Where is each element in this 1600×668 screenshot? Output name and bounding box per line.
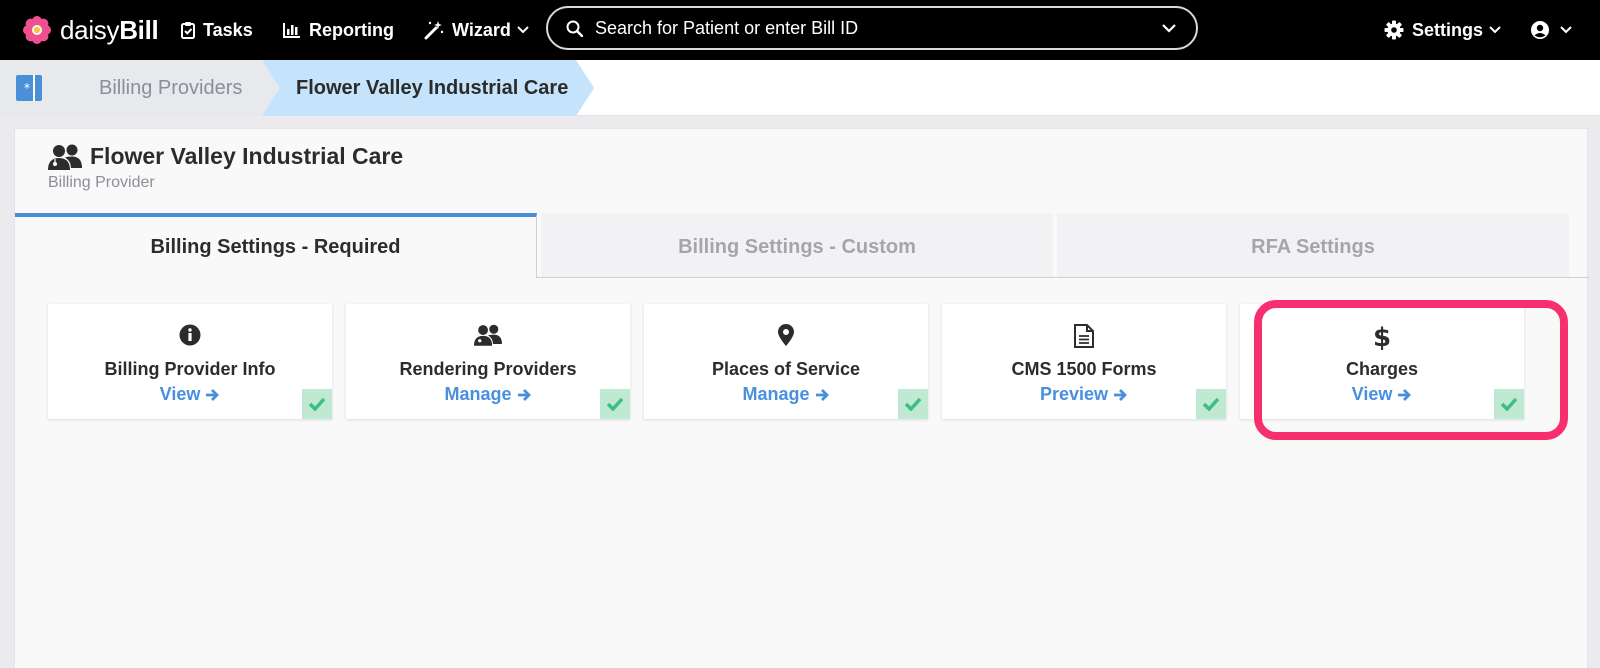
brand-name: daisyBill: [60, 14, 159, 45]
medical-chart-icon: *: [16, 75, 42, 101]
dollar-icon: $: [1374, 324, 1390, 350]
search-placeholder: Search for Patient or enter Bill ID: [595, 17, 859, 38]
svg-text:*: *: [24, 81, 30, 95]
card-label: Charges: [1345, 359, 1419, 379]
arrow-right-icon: [206, 388, 220, 401]
complete-check-icon: [1494, 389, 1524, 419]
document-icon: [1074, 324, 1094, 348]
nav-settings-label: Settings: [1412, 19, 1484, 40]
complete-check-icon: [1196, 389, 1226, 419]
card-charges: $ Charges View: [1240, 304, 1524, 419]
card-view-link[interactable]: View: [1240, 384, 1524, 405]
patient-search-input[interactable]: Search for Patient or enter Bill ID: [546, 6, 1198, 50]
card-places-of-service: Places of Service Manage: [644, 304, 928, 419]
arrow-right-icon: [517, 388, 531, 401]
complete-check-icon: [302, 389, 332, 419]
card-billing-provider-info: Billing Provider Info View: [48, 304, 332, 419]
user-circle-icon: [1531, 21, 1549, 39]
nav-tasks[interactable]: Tasks: [181, 16, 253, 44]
chevron-down-icon[interactable]: [1162, 23, 1176, 33]
card-view-link[interactable]: View: [48, 384, 332, 405]
chevron-down-icon: [517, 26, 529, 34]
chevron-down-icon: [1560, 26, 1572, 34]
tab-label: Billing Settings - Required: [150, 236, 401, 258]
svg-text:$: $: [1374, 324, 1390, 350]
breadcrumb-billing-providers-label: Billing Providers: [99, 76, 243, 99]
settings-tabs: Billing Settings - Required Billing Sett…: [15, 213, 1589, 278]
complete-check-icon: [898, 389, 928, 419]
nav-reporting-label: Reporting: [309, 19, 394, 40]
card-label: Rendering Providers: [399, 359, 577, 379]
user-group-icon: [474, 324, 502, 346]
breadcrumb-home[interactable]: *: [0, 60, 64, 116]
breadcrumb-billing-providers[interactable]: Billing Providers: [64, 60, 262, 116]
card-label: Billing Provider Info: [104, 359, 276, 379]
tab-billing-settings-custom[interactable]: Billing Settings - Custom: [541, 213, 1053, 278]
page-header: Flower Valley Industrial Care Billing Pr…: [48, 143, 403, 192]
provider-panel: Flower Valley Industrial Care Billing Pr…: [14, 128, 1589, 668]
breadcrumb-current-provider-label: Flower Valley Industrial Care: [296, 76, 569, 99]
card-label: CMS 1500 Forms: [1011, 359, 1157, 379]
tab-billing-settings-required[interactable]: Billing Settings - Required: [15, 213, 537, 278]
nav-settings[interactable]: Settings: [1384, 16, 1501, 44]
tab-label: RFA Settings: [1251, 235, 1375, 258]
nav-wizard-label: Wizard: [452, 19, 511, 40]
map-pin-icon: [778, 324, 794, 346]
complete-check-icon: [600, 389, 630, 419]
info-circle-icon: [179, 324, 201, 346]
arrow-right-icon: [815, 388, 829, 401]
card-label: Places of Service: [711, 359, 861, 379]
page-title: Flower Valley Industrial Care: [90, 143, 404, 169]
daisy-flower-icon: [23, 16, 51, 44]
clipboard-check-icon: [181, 22, 195, 39]
tab-divider: [537, 277, 1589, 278]
arrow-right-icon: [1398, 388, 1412, 401]
tab-rfa-settings[interactable]: RFA Settings: [1057, 213, 1569, 278]
user-menu[interactable]: [1530, 16, 1572, 44]
top-navbar: daisyBill Tasks Reporting Wizard Search …: [0, 0, 1600, 60]
tab-label: Billing Settings - Custom: [678, 235, 916, 258]
page-subtitle: Billing Provider: [48, 174, 155, 191]
gear-icon: [1384, 20, 1404, 40]
breadcrumb-current-provider[interactable]: Flower Valley Industrial Care: [262, 60, 576, 116]
magic-wand-icon: [424, 21, 444, 40]
nav-reporting[interactable]: Reporting: [283, 16, 394, 44]
card-cms-1500-forms: CMS 1500 Forms Preview: [942, 304, 1226, 419]
card-rendering-providers: Rendering Providers Manage: [346, 304, 630, 419]
card-manage-link[interactable]: Manage: [644, 384, 928, 405]
chevron-down-icon: [1489, 26, 1501, 34]
arrow-right-icon: [1114, 388, 1127, 401]
nav-tasks-label: Tasks: [203, 19, 253, 40]
daisybill-logo[interactable]: daisyBill: [22, 12, 159, 48]
bar-chart-icon: [283, 23, 300, 38]
nav-wizard[interactable]: Wizard: [424, 16, 529, 44]
card-manage-link[interactable]: Manage: [346, 384, 630, 405]
breadcrumb: * Billing Providers Flower Valley Indust…: [0, 60, 1600, 116]
card-preview-link[interactable]: Preview: [942, 384, 1226, 405]
user-group-icon: [48, 144, 82, 170]
search-icon: [566, 20, 583, 37]
